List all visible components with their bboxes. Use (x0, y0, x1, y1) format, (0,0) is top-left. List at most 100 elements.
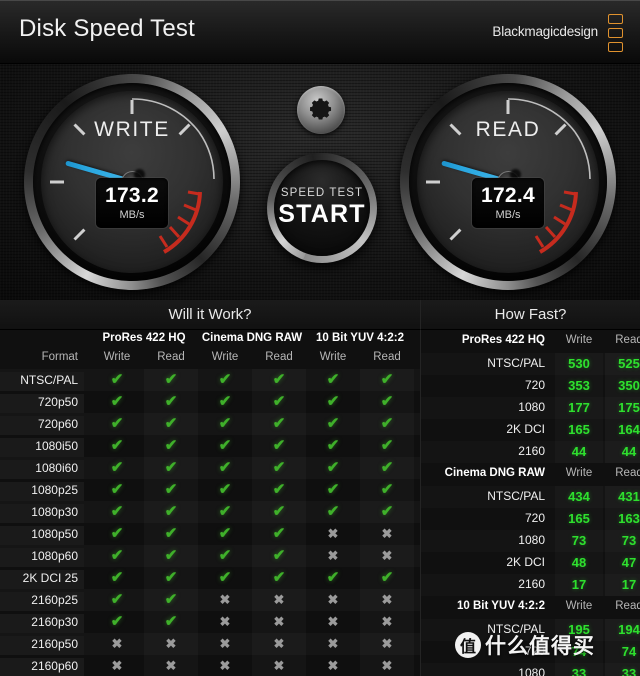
unsupported-cross-icon: ✖ (273, 658, 285, 673)
unsupported-cross-icon: ✖ (111, 636, 123, 651)
supported-check-icon: ✔ (380, 459, 394, 476)
write-speed-value: 33 (555, 663, 603, 676)
how-fast-table: ProRes 422 HQ Write Read NTSC/PAL 530 525 720 3… (420, 330, 640, 676)
write-speed-value: 48 (555, 552, 603, 574)
unsupported-cross-icon: ✖ (381, 658, 393, 673)
read-column-header: Read (157, 351, 185, 363)
write-speed-value: 73 (555, 530, 603, 552)
unsupported-cross-icon: ✖ (381, 526, 393, 541)
read-speed-value: 163 (605, 508, 640, 530)
table-row: 720 74 74 (421, 641, 640, 663)
supported-check-icon: ✔ (110, 393, 124, 410)
table-row: NTSC/PAL 434 431 (421, 486, 640, 508)
write-column-header: Write (211, 351, 239, 363)
table-row: 1080p60 ✔ ✔ ✔ ✔ ✖ ✖ (0, 545, 420, 570)
read-gauge: READ 172.4 MB/s (400, 74, 616, 290)
supported-check-icon: ✔ (164, 371, 178, 388)
supported-check-icon: ✔ (110, 481, 124, 498)
supported-check-icon: ✔ (110, 415, 124, 432)
write-speed-value: 165 (555, 419, 603, 441)
supported-check-icon: ✔ (164, 569, 178, 586)
supported-check-icon: ✔ (218, 481, 232, 498)
speed-group-header: 10 Bit YUV 4:2:2 Write Read (421, 596, 640, 619)
codec-group-label: 10 Bit YUV 4:2:2 (316, 332, 404, 344)
unsupported-cross-icon: ✖ (219, 636, 231, 651)
supported-check-icon: ✔ (218, 459, 232, 476)
supported-check-icon: ✔ (380, 437, 394, 454)
write-speed-value: 353 (555, 375, 603, 397)
read-speed-value: 47 (605, 552, 640, 574)
speed-group-label: Cinema DNG RAW (444, 467, 545, 479)
write-gauge: WRITE 173.2 MB/s (24, 74, 240, 290)
unsupported-cross-icon: ✖ (327, 658, 339, 673)
table-row: NTSC/PAL ✔ ✔ ✔ ✔ ✔ ✔ (0, 369, 420, 394)
read-column-header: Read (615, 467, 640, 479)
table-row: 2160p25 ✔ ✔ ✖ ✖ ✖ ✖ (0, 589, 420, 614)
unsupported-cross-icon: ✖ (327, 614, 339, 629)
write-gauge-label: WRITE (94, 118, 170, 141)
table-row: 1080i50 ✔ ✔ ✔ ✔ ✔ ✔ (0, 435, 420, 460)
read-speed-value: 73 (605, 530, 640, 552)
table-row: 2160p50 ✖ ✖ ✖ ✖ ✖ ✖ (0, 633, 420, 658)
speed-group-label: ProRes 422 HQ (461, 334, 545, 346)
speed-group-label: 10 Bit YUV 4:2:2 (457, 600, 545, 612)
write-column-header: Write (319, 351, 347, 363)
speed-group-header: Cinema DNG RAW Write Read (421, 463, 640, 486)
codec-group-label: Cinema DNG RAW (201, 332, 303, 344)
supported-check-icon: ✔ (326, 371, 340, 388)
supported-check-icon: ✔ (380, 371, 394, 388)
supported-check-icon: ✔ (218, 569, 232, 586)
table-row: 2160 17 17 (421, 574, 640, 596)
resolution-label: 720 (524, 378, 545, 392)
supported-check-icon: ✔ (272, 481, 286, 498)
supported-check-icon: ✔ (272, 459, 286, 476)
unsupported-cross-icon: ✖ (381, 614, 393, 629)
blackmagic-logo-icon (608, 14, 627, 52)
resolution-label: 2K DCI (506, 555, 545, 569)
write-column-header: Write (103, 351, 131, 363)
will-it-work-header: Will it Work? (0, 300, 420, 330)
write-readout: 173.2 MB/s (96, 178, 168, 228)
read-readout: 172.4 MB/s (472, 178, 544, 228)
start-button-inner: SPEED TEST START (274, 160, 370, 256)
speed-group-header: ProRes 422 HQ Write Read (421, 330, 640, 353)
read-speed-value: 175 (605, 397, 640, 419)
unsupported-cross-icon: ✖ (111, 658, 123, 673)
supported-check-icon: ✔ (164, 437, 178, 454)
speed-group: 10 Bit YUV 4:2:2 Write Read NTSC/PAL 195 194 7… (421, 596, 640, 676)
table-row: 2K DCI 165 164 (421, 419, 640, 441)
read-speed-value: 74 (605, 641, 640, 663)
settings-button[interactable] (297, 86, 345, 134)
format-label: 2160p60 (0, 658, 84, 676)
supported-check-icon: ✔ (326, 569, 340, 586)
supported-check-icon: ✔ (110, 547, 124, 564)
table-row: 2160p30 ✔ ✔ ✖ ✖ ✖ ✖ (0, 611, 420, 636)
table-row: 2160p60 ✖ ✖ ✖ ✖ ✖ ✖ (0, 655, 420, 676)
supported-check-icon: ✔ (110, 569, 124, 586)
write-speed-value: 74 (555, 641, 603, 663)
title-bar: Disk Speed Test Blackmagicdesign (0, 0, 640, 64)
read-value: 172.4 (480, 184, 536, 207)
supported-check-icon: ✔ (110, 525, 124, 542)
read-speed-value: 525 (605, 353, 640, 375)
supported-check-icon: ✔ (110, 437, 124, 454)
table-row: 1080i60 ✔ ✔ ✔ ✔ ✔ ✔ (0, 457, 420, 482)
unsupported-cross-icon: ✖ (219, 592, 231, 607)
table-row: 720 353 350 (421, 375, 640, 397)
supported-check-icon: ✔ (164, 481, 178, 498)
supported-check-icon: ✔ (218, 393, 232, 410)
resolution-label: 1080 (518, 666, 545, 676)
supported-check-icon: ✔ (380, 569, 394, 586)
will-it-work-table: ProRes 422 HQ Cinema DNG RAW 10 Bit YUV 4:… (0, 330, 420, 676)
brand-text: Blackmagicdesign (492, 24, 598, 39)
table-row: 2K DCI 25 ✔ ✔ ✔ ✔ ✔ ✔ (0, 567, 420, 592)
speed-test-start-button[interactable]: SPEED TEST START (267, 153, 377, 263)
supported-check-icon: ✔ (272, 393, 286, 410)
write-speed-value: 17 (555, 574, 603, 596)
resolution-label: 1080 (518, 533, 545, 547)
resolution-label: 1080 (518, 400, 545, 414)
write-speed-value: 530 (555, 353, 603, 375)
resolution-label: 2K DCI (506, 422, 545, 436)
supported-check-icon: ✔ (110, 613, 124, 630)
start-button-label: START (278, 200, 366, 228)
